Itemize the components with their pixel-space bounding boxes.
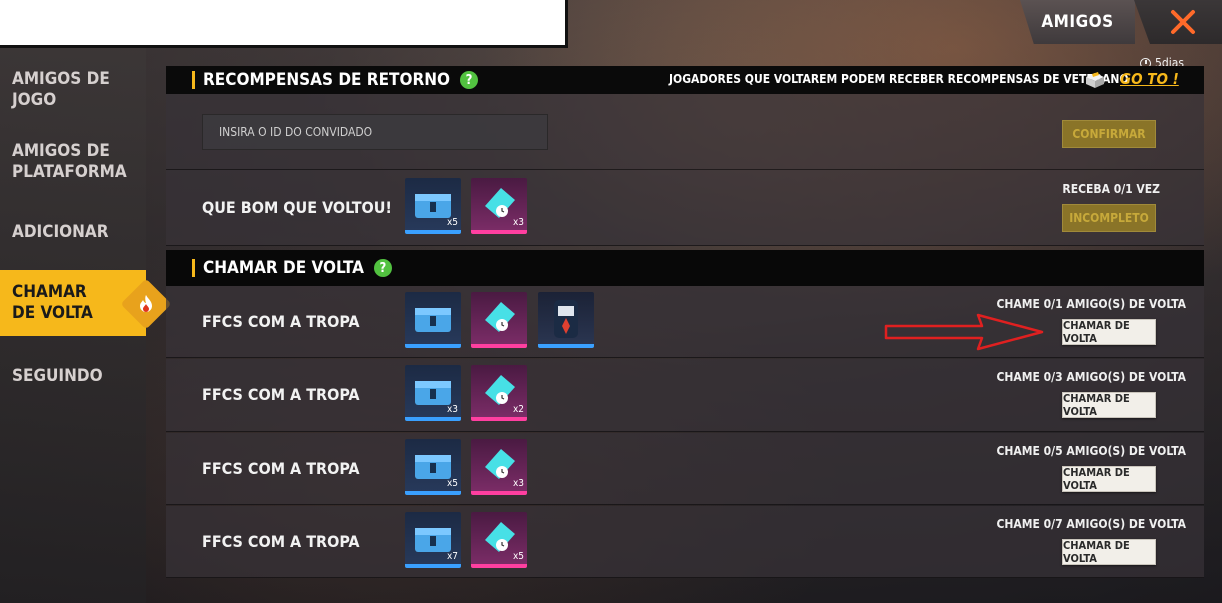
flame-icon	[140, 295, 152, 312]
item-quantity: x3	[512, 217, 524, 228]
incomplete-button[interactable]: INCOMPLETO	[1062, 204, 1156, 232]
recall-button-label: CHAMAR DE VOLTA	[1063, 539, 1130, 565]
gift-box-icon	[1086, 72, 1104, 88]
sidebar-item-seguindo[interactable]: SEGUINDO	[0, 364, 146, 388]
reward-crate-item[interactable]	[405, 292, 461, 348]
recall-button[interactable]: CHAMAR DE VOLTA	[1062, 466, 1156, 492]
reward-voucher-item[interactable]	[471, 292, 527, 348]
recall-button[interactable]: CHAMAR DE VOLTA	[1062, 319, 1156, 345]
recall-requirement: CHAME 0/3 AMIGO(S) DE VOLTA	[996, 370, 1186, 384]
sidebar-item-amigos-de-plataforma[interactable]: AMIGOS DE PLATAFORMA	[0, 140, 146, 184]
sidebar-item-adicionar[interactable]: ADICIONAR	[0, 220, 146, 244]
sidebar-item-amigos-de-jogo[interactable]: AMIGOS DE JOGO	[0, 68, 146, 112]
reward-crate-item[interactable]: x5	[405, 439, 461, 495]
section-accent	[192, 259, 195, 277]
recall-row: FFCS COM A TROPA CHAME 0/1 AMIGO(S) DE V…	[166, 286, 1204, 358]
redacted-bar	[0, 0, 568, 48]
section-accent	[192, 71, 195, 89]
recall-row: FFCS COM A TROPA x3 x2 CHAME 0/3 AMIGO(S…	[166, 359, 1204, 432]
section-title: CHAMAR DE VOLTA	[203, 258, 364, 278]
item-quantity: x5	[446, 217, 458, 228]
recall-row-label: FFCS COM A TROPA	[202, 385, 360, 404]
recall-requirement: CHAME 0/7 AMIGO(S) DE VOLTA	[996, 517, 1186, 531]
item-quantity: x3	[512, 478, 524, 489]
receive-status: RECEBA 0/1 VEZ	[1062, 182, 1160, 196]
confirm-button[interactable]: CONFIRMAR	[1062, 120, 1156, 148]
section-recompensas-header: RECOMPENSAS DE RETORNO ? JOGADORES QUE V…	[166, 66, 1204, 94]
invitee-id-placeholder: INSIRA O ID DO CONVIDADO	[219, 125, 373, 139]
recall-row-label: FFCS COM A TROPA	[202, 532, 360, 551]
help-icon[interactable]: ?	[373, 259, 392, 277]
goto-link[interactable]: GO TO !	[1120, 70, 1179, 88]
backpack-icon	[554, 300, 578, 338]
recall-button-label: CHAMAR DE VOLTA	[1063, 392, 1130, 418]
arrow-annotation-icon	[884, 313, 1044, 351]
tab-amigos-label: AMIGOS	[1041, 12, 1114, 32]
item-quantity: x2	[512, 404, 524, 415]
invitee-id-input[interactable]: INSIRA O ID DO CONVIDADO	[202, 114, 548, 150]
welcome-back-row: QUE BOM QUE VOLTOU! x5 x3 RECEBA 0/1 VEZ…	[166, 170, 1204, 246]
recall-row-label: FFCS COM A TROPA	[202, 459, 360, 478]
recall-button[interactable]: CHAMAR DE VOLTA	[1062, 539, 1156, 565]
reward-voucher-item[interactable]: x3	[471, 439, 527, 495]
sidebar-item-label: AMIGOS DE PLATAFORMA	[12, 141, 127, 182]
incomplete-label: INCOMPLETO	[1069, 211, 1149, 225]
sidebar-item-label: AMIGOS DE JOGO	[12, 69, 110, 110]
confirm-label: CONFIRMAR	[1072, 127, 1146, 141]
welcome-label: QUE BOM QUE VOLTOU!	[202, 198, 392, 217]
close-icon	[1171, 10, 1195, 34]
invite-row: INSIRA O ID DO CONVIDADO CONFIRMAR	[166, 94, 1204, 170]
crate-icon	[415, 308, 451, 332]
recall-requirement: CHAME 0/5 AMIGO(S) DE VOLTA	[996, 444, 1186, 458]
reward-crate-item[interactable]: x5	[405, 178, 461, 234]
recall-row-label: FFCS COM A TROPA	[202, 312, 360, 331]
sidebar-item-label: ADICIONAR	[12, 221, 109, 242]
item-quantity: x5	[512, 551, 524, 562]
reward-crate-item[interactable]: x7	[405, 512, 461, 568]
sidebar-item-label: CHAMAR DE VOLTA	[12, 282, 93, 323]
tab-amigos[interactable]: AMIGOS	[1020, 0, 1135, 44]
sidebar-item-label: SEGUINDO	[12, 365, 103, 386]
reward-backpack-item[interactable]	[538, 292, 594, 348]
section-title: RECOMPENSAS DE RETORNO	[203, 70, 451, 90]
reward-crate-item[interactable]: x3	[405, 365, 461, 421]
recall-button-label: CHAMAR DE VOLTA	[1063, 466, 1130, 492]
reward-voucher-item[interactable]: x2	[471, 365, 527, 421]
recall-button[interactable]: CHAMAR DE VOLTA	[1062, 392, 1156, 418]
reward-voucher-item[interactable]: x5	[471, 512, 527, 568]
item-quantity: x5	[446, 478, 458, 489]
recall-row: FFCS COM A TROPA x7 x5 CHAME 0/7 AMIGO(S…	[166, 506, 1204, 578]
recall-button-label: CHAMAR DE VOLTA	[1063, 319, 1130, 345]
veteran-text: JOGADORES QUE VOLTAREM PODEM RECEBER REC…	[669, 72, 1129, 86]
section-chamar-header: CHAMAR DE VOLTA ?	[166, 250, 1204, 286]
ticket-icon	[485, 302, 515, 332]
item-quantity: x3	[446, 404, 458, 415]
recall-requirement: CHAME 0/1 AMIGO(S) DE VOLTA	[996, 297, 1186, 311]
help-icon[interactable]: ?	[460, 71, 479, 89]
item-quantity: x7	[446, 551, 458, 562]
recall-row: FFCS COM A TROPA x5 x3 CHAME 0/5 AMIGO(S…	[166, 433, 1204, 505]
reward-voucher-item[interactable]: x3	[471, 178, 527, 234]
